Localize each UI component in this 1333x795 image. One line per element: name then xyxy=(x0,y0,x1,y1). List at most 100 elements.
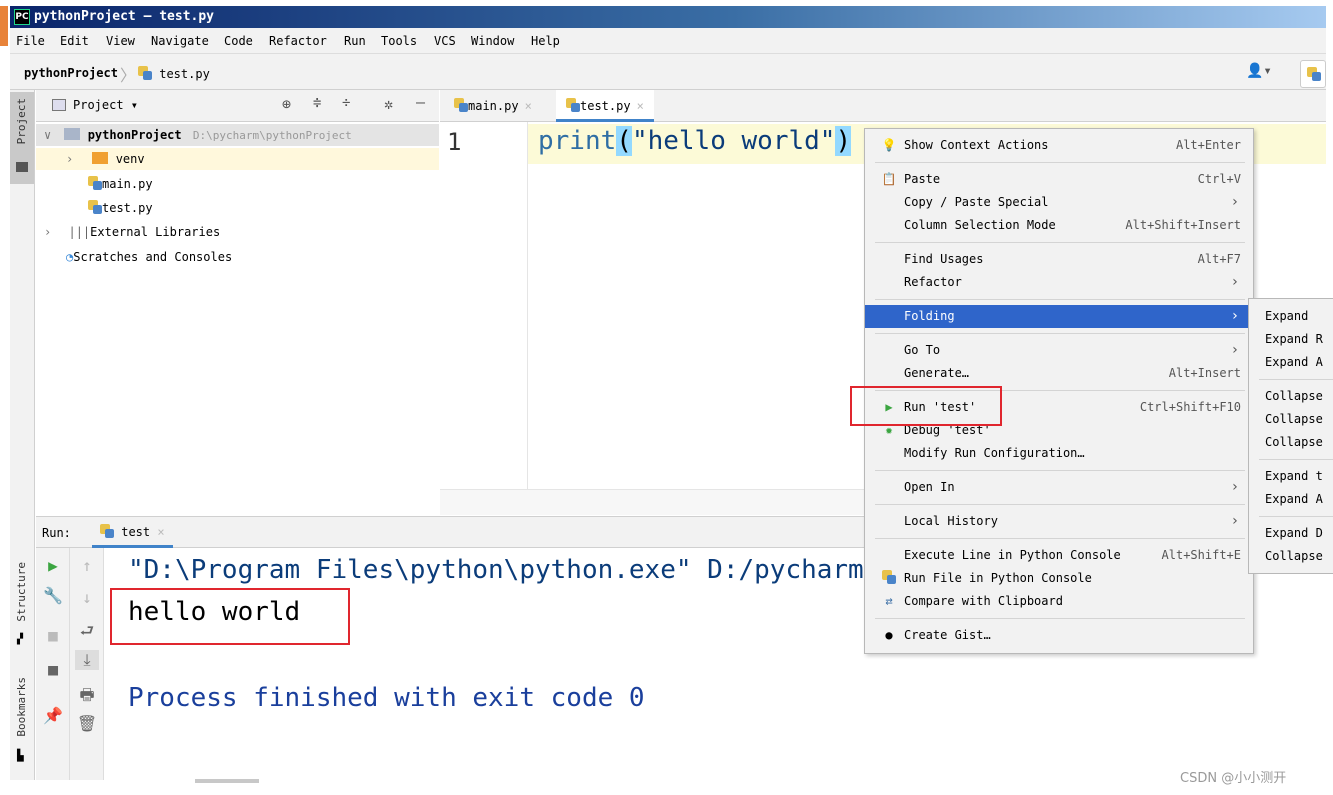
menu-view[interactable]: View xyxy=(106,34,135,48)
chevron-right-icon: › xyxy=(1230,342,1239,358)
submenu-item[interactable]: Expand D xyxy=(1265,522,1323,545)
submenu-item[interactable]: Expand xyxy=(1265,305,1308,328)
menu-tools[interactable]: Tools xyxy=(381,34,417,48)
menu-edit[interactable]: Edit xyxy=(60,34,89,48)
menu-window[interactable]: Window xyxy=(471,34,514,48)
code-paren-close: ) xyxy=(835,126,852,156)
arrow-up-icon[interactable]: ↑ xyxy=(75,556,99,575)
menu-item-show-context-actions[interactable]: 💡 Show Context Actions Alt+Enter xyxy=(865,134,1253,157)
menu-refactor[interactable]: Refactor xyxy=(269,34,327,48)
code-function: print xyxy=(538,126,617,156)
menu-item-column-selection[interactable]: Column Selection Mode Alt+Shift+Insert xyxy=(865,214,1253,237)
breadcrumb-file[interactable]: test.py xyxy=(138,66,210,81)
bookmarks-tool-window-button[interactable]: Bookmarks ▙ xyxy=(10,675,34,765)
project-tool-window-button[interactable]: Project xyxy=(10,92,34,184)
menu-vcs[interactable]: VCS xyxy=(434,34,456,48)
menu-item-copy-paste-special[interactable]: Copy / Paste Special › xyxy=(865,191,1253,214)
tree-root-row[interactable]: ∨ pythonProject D:\pycharm\pythonProject xyxy=(36,124,439,146)
project-view-dropdown[interactable]: Project ▾ xyxy=(73,98,138,112)
submenu-item[interactable]: Collapse xyxy=(1265,385,1323,408)
tree-item-scratches[interactable]: ◔Scratches and Consoles xyxy=(66,246,232,268)
chevron-right-icon: › xyxy=(1230,194,1239,210)
menu-item-execute-line[interactable]: Execute Line in Python Console Alt+Shift+… xyxy=(865,544,1253,567)
menu-item-local-history[interactable]: Local History › xyxy=(865,510,1253,533)
tree-item-main-py[interactable]: main.py xyxy=(88,173,153,195)
menu-file[interactable]: File xyxy=(16,34,45,48)
title-bar: PC pythonProject – test.py xyxy=(10,6,1326,28)
close-icon[interactable]: × xyxy=(157,525,164,539)
stop-icon[interactable]: ■ xyxy=(41,626,65,645)
locate-icon[interactable]: ⊕ xyxy=(282,95,291,113)
menu-run[interactable]: Run xyxy=(344,34,366,48)
submenu-item[interactable]: Collapse xyxy=(1265,431,1323,454)
menu-item-refactor[interactable]: Refactor › xyxy=(865,271,1253,294)
run-toolbar-primary: ▶ 🔧 ■ ▀ 📌 xyxy=(36,548,70,780)
bookmark-icon: ▙ xyxy=(17,749,24,762)
breadcrumb-project[interactable]: pythonProject xyxy=(24,66,118,80)
close-icon[interactable]: × xyxy=(525,99,532,113)
soft-wrap-icon[interactable]: ⮐ xyxy=(75,620,99,647)
menu-item-modify-run-config[interactable]: Modify Run Configuration… xyxy=(865,442,1253,465)
submenu-item[interactable]: Expand R xyxy=(1265,328,1323,351)
clipboard-icon: 📋 xyxy=(881,172,897,186)
menu-item-paste[interactable]: 📋 Paste Ctrl+V xyxy=(865,168,1253,191)
close-icon[interactable]: × xyxy=(637,99,644,113)
menu-item-label: Show Context Actions xyxy=(904,138,1049,152)
run-tab-test[interactable]: test × xyxy=(92,517,173,548)
tab-label: test.py xyxy=(580,99,631,113)
submenu-item[interactable]: Expand A xyxy=(1265,488,1323,511)
menu-help[interactable]: Help xyxy=(531,34,560,48)
structure-tool-window-button[interactable]: Structure ▞ xyxy=(10,560,34,650)
menu-item-shortcut: Alt+Shift+E xyxy=(1161,548,1241,562)
rerun-icon[interactable]: ▶ xyxy=(41,556,65,575)
horizontal-scrollbar[interactable] xyxy=(195,779,259,783)
submenu-item[interactable]: Expand A xyxy=(1265,351,1323,374)
chevron-right-icon: › xyxy=(1230,479,1239,495)
menu-item-run-file-console[interactable]: Run File in Python Console xyxy=(865,567,1253,590)
submenu-item[interactable]: Collapse xyxy=(1265,545,1323,568)
menu-separator xyxy=(875,538,1245,539)
trash-icon[interactable]: 🗑 xyxy=(75,714,99,733)
python-run-widget[interactable] xyxy=(1300,60,1326,88)
menu-code[interactable]: Code xyxy=(224,34,253,48)
highlight-box-run-test xyxy=(850,386,1002,426)
tab-test-py[interactable]: test.py × xyxy=(556,90,654,122)
menu-item-create-gist[interactable]: ● Create Gist… xyxy=(865,624,1253,647)
tree-item-external-libraries[interactable]: › |||External Libraries xyxy=(44,221,220,243)
menu-separator xyxy=(875,470,1245,471)
gear-icon[interactable]: ✲ xyxy=(384,95,393,113)
menu-navigate[interactable]: Navigate xyxy=(151,34,209,48)
pin-icon[interactable]: 📌 xyxy=(41,706,65,725)
menu-item-find-usages[interactable]: Find Usages Alt+F7 xyxy=(865,248,1253,271)
menu-separator xyxy=(1259,459,1333,460)
menu-item-label: Find Usages xyxy=(904,252,984,266)
menu-separator xyxy=(1259,379,1333,380)
print-icon[interactable]: 🖶 xyxy=(75,684,99,711)
line-number: 1 xyxy=(447,128,462,156)
tab-main-py[interactable]: main.py × xyxy=(444,90,542,122)
tree-item-label: External Libraries xyxy=(90,225,221,239)
hide-panel-icon[interactable]: — xyxy=(416,93,425,111)
wrench-icon[interactable]: 🔧 xyxy=(41,586,65,605)
menu-item-generate[interactable]: Generate… Alt+Insert xyxy=(865,362,1253,385)
menu-item-folding[interactable]: Folding › xyxy=(865,305,1253,328)
layout-icon[interactable]: ▀ xyxy=(41,666,65,685)
collapse-all-icon[interactable]: ÷ xyxy=(342,95,350,111)
menu-item-open-in[interactable]: Open In › xyxy=(865,476,1253,499)
submenu-item[interactable]: Expand t xyxy=(1265,465,1323,488)
project-panel-header: Project ▾ ⊕ ≑ ÷ ✲ — xyxy=(36,90,439,122)
expand-all-icon[interactable]: ≑ xyxy=(313,95,321,111)
menu-item-go-to[interactable]: Go To › xyxy=(865,339,1253,362)
chevron-right-icon: › xyxy=(44,225,52,239)
user-icon[interactable]: 👤▾ xyxy=(1246,63,1272,79)
arrow-down-icon[interactable]: ↓ xyxy=(75,588,99,607)
menu-separator xyxy=(875,242,1245,243)
tree-item-test-py[interactable]: test.py xyxy=(88,197,153,219)
scroll-to-end-icon[interactable]: ⤓ xyxy=(75,650,99,670)
submenu-item[interactable]: Collapse xyxy=(1265,408,1323,431)
tree-item-venv[interactable]: › venv xyxy=(36,148,439,170)
code-line[interactable]: print("hello world") xyxy=(538,126,852,156)
menu-separator xyxy=(1259,516,1333,517)
project-folder-icon xyxy=(64,128,81,140)
menu-item-compare-clipboard[interactable]: ⇄ Compare with Clipboard xyxy=(865,590,1253,613)
